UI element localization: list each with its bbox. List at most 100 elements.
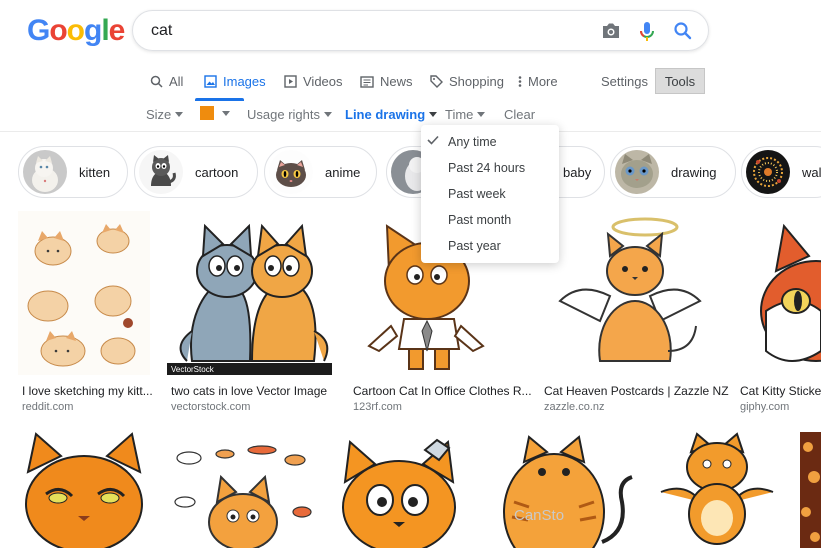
chip-thumbnail	[23, 150, 67, 194]
caret-down-icon	[222, 110, 230, 116]
result-source: 123rf.com	[353, 401, 402, 413]
result-title[interactable]: I love sketching my kitt...	[22, 384, 153, 398]
menu-item-past-year[interactable]: Past year	[448, 239, 501, 253]
logo-letter: G	[27, 14, 50, 47]
search-icon[interactable]	[673, 21, 693, 41]
color-swatch	[200, 106, 214, 120]
result-thumbnail	[736, 211, 821, 375]
menu-item-past-24-hours[interactable]: Past 24 hours	[448, 161, 525, 175]
tab-label: All	[169, 74, 184, 89]
chip-label: cartoon	[195, 164, 239, 180]
chip-thumbnail	[139, 150, 183, 194]
chip-label: kitten	[79, 164, 111, 180]
tag-icon	[430, 75, 443, 88]
chip-label: drawing	[671, 164, 717, 180]
chip-anime[interactable]: anime	[264, 146, 377, 198]
chip-label: wal	[802, 164, 821, 180]
result-source: reddit.com	[22, 401, 74, 413]
chip-label: baby	[563, 164, 592, 180]
chip-wallpaper[interactable]: wal	[741, 146, 821, 198]
tab-more[interactable]: More	[518, 74, 558, 89]
chip-cartoon[interactable]: cartoon	[134, 146, 258, 198]
news-icon	[360, 75, 374, 88]
filter-label: Usage rights	[247, 107, 320, 122]
image-result[interactable]: Cat Heaven Postcards | Zazzle NZ zazzle.…	[540, 211, 729, 417]
image-result[interactable]: I love sketching my kitt... reddit.com	[18, 211, 153, 417]
filter-label: Line drawing	[345, 107, 426, 122]
tab-label: Videos	[303, 74, 343, 89]
result-title[interactable]: Cat Kitty Sticker	[740, 384, 821, 398]
color-filter[interactable]	[200, 106, 230, 120]
result-title[interactable]: Cat Heaven Postcards | Zazzle NZ	[544, 384, 729, 398]
result-thumbnail: VectorStock	[167, 211, 332, 375]
caret-down-icon	[175, 112, 184, 117]
chip-drawing[interactable]: drawing	[610, 146, 736, 198]
tab-all[interactable]: All	[150, 74, 183, 89]
tab-label: Shopping	[449, 74, 504, 89]
image-result[interactable]	[167, 432, 317, 548]
tab-shopping[interactable]: Shopping	[430, 74, 504, 89]
caret-down-icon	[477, 112, 486, 117]
tab-news[interactable]: News	[360, 74, 413, 89]
image-result[interactable]: Cat Kitty Sticker giphy.com	[736, 211, 821, 417]
result-title[interactable]: two cats in love Vector Image	[171, 384, 327, 398]
result-thumbnail	[18, 211, 150, 375]
settings-link[interactable]: Settings	[601, 74, 648, 89]
size-filter[interactable]: Size	[146, 107, 184, 122]
header-divider	[0, 131, 821, 132]
chip-thumbnail	[269, 150, 313, 194]
chip-label: anime	[325, 164, 361, 180]
google-logo[interactable]: Google	[27, 14, 126, 48]
usage-rights-filter[interactable]: Usage rights	[247, 107, 332, 122]
search-box[interactable]: cat	[132, 10, 709, 51]
time-filter-menu: Any time Past 24 hours Past week Past mo…	[421, 125, 559, 263]
tab-label: News	[380, 74, 413, 89]
active-tab-indicator	[195, 98, 244, 101]
result-thumbnail	[167, 432, 317, 548]
menu-item-past-week[interactable]: Past week	[448, 187, 506, 201]
result-source: zazzle.co.nz	[544, 401, 605, 413]
result-thumbnail	[335, 432, 467, 548]
logo-letter: o	[49, 14, 67, 47]
type-filter[interactable]: Line drawing	[345, 107, 438, 122]
clear-filter[interactable]: Clear	[504, 107, 535, 122]
menu-item-past-month[interactable]: Past month	[448, 213, 511, 227]
watermark-text: CanSto	[514, 507, 564, 524]
check-icon	[427, 135, 439, 145]
chip-thumbnail	[615, 150, 659, 194]
tab-images[interactable]: Images	[204, 74, 266, 89]
mic-icon[interactable]	[639, 21, 655, 43]
image-result[interactable]: VectorStock two cats in love Vector Imag…	[167, 211, 332, 417]
tab-label: More	[528, 74, 558, 89]
logo-letter: e	[108, 14, 126, 47]
watermark-text: VectorStock	[171, 365, 215, 374]
logo-letter: o	[66, 14, 85, 47]
time-filter[interactable]: Time	[445, 107, 486, 122]
chip-thumbnail	[746, 150, 790, 194]
image-icon	[204, 75, 217, 88]
filter-label: Clear	[504, 107, 536, 122]
search-tabs: All Images Videos News Shopping More Set…	[0, 68, 821, 101]
result-thumbnail	[651, 432, 783, 548]
chip-kitten[interactable]: kitten	[18, 146, 128, 198]
tab-label: Images	[223, 74, 266, 89]
filter-label: Size	[146, 107, 172, 122]
search-input[interactable]: cat	[151, 22, 172, 40]
more-vert-icon	[518, 76, 522, 87]
result-thumbnail	[18, 432, 150, 548]
logo-letter: l	[101, 14, 109, 47]
image-result[interactable]: CanSto	[484, 432, 634, 548]
image-result[interactable]	[18, 432, 150, 548]
play-icon	[284, 75, 297, 88]
tools-button[interactable]: Tools	[655, 68, 705, 94]
image-result[interactable]	[651, 432, 783, 548]
camera-icon[interactable]	[601, 22, 621, 40]
image-result[interactable]	[335, 432, 467, 548]
caret-down-icon	[323, 112, 332, 117]
menu-item-any-time[interactable]: Any time	[448, 135, 497, 149]
search-icon	[150, 75, 163, 88]
image-result[interactable]	[800, 432, 821, 548]
filter-bar: Size Usage rights Line drawing Time Clea…	[0, 106, 821, 126]
tab-videos[interactable]: Videos	[284, 74, 343, 89]
result-title[interactable]: Cartoon Cat In Office Clothes R...	[353, 384, 532, 398]
